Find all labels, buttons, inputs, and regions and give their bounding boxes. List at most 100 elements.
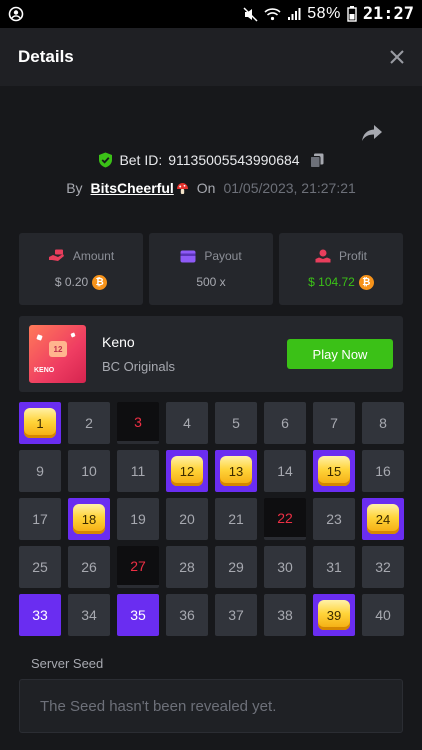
- battery-percent: 58%: [307, 5, 341, 22]
- dice-decoration: [70, 332, 76, 338]
- share-arrow-icon: [362, 125, 382, 141]
- keno-cell[interactable]: 28: [166, 546, 208, 588]
- keno-cell[interactable]: 34: [68, 594, 110, 636]
- payout-label: Payout: [204, 249, 242, 263]
- keno-cell[interactable]: 29: [215, 546, 257, 588]
- keno-cell[interactable]: 27: [117, 546, 159, 588]
- amount-stat: Amount $ 0.20 ₿: [19, 233, 143, 305]
- keno-cell[interactable]: 12: [166, 450, 208, 492]
- profit-coins-icon: [315, 249, 331, 262]
- close-button[interactable]: [390, 44, 404, 70]
- payout-stat: Payout 500 x: [149, 233, 273, 305]
- keno-cell[interactable]: 4: [166, 402, 208, 444]
- keno-number-grid: 1 2 3 4 5 6 7 8 9 10 11 12 13 14 15 16 17 18 19 20 21 22 23 24 2…: [19, 402, 404, 636]
- bet-id-label: Bet ID:: [119, 152, 163, 168]
- wifi-icon: [264, 8, 281, 21]
- amount-value-row: $ 0.20 ₿: [54, 274, 108, 290]
- account-circle-icon: [8, 6, 24, 22]
- profit-value-row: $ 104.72 ₿: [308, 274, 374, 290]
- verified-shield-icon: [99, 152, 113, 168]
- keno-cell[interactable]: 17: [19, 498, 61, 540]
- keno-cell[interactable]: 23: [313, 498, 355, 540]
- keno-cell[interactable]: 13: [215, 450, 257, 492]
- keno-cell[interactable]: 10: [68, 450, 110, 492]
- by-label: By: [66, 180, 83, 196]
- keno-cell[interactable]: 2: [68, 402, 110, 444]
- payout-value: 500 x: [196, 275, 226, 289]
- keno-cell[interactable]: 1: [19, 402, 61, 444]
- bet-owner-row: By BitsCheerful On 01/05/2023, 21:27:21: [0, 180, 422, 196]
- username-link[interactable]: BitsCheerful: [91, 180, 174, 196]
- page-title: Details: [18, 47, 74, 66]
- keno-cell[interactable]: 32: [362, 546, 404, 588]
- server-seed-text: The Seed hasn't been revealed yet.: [40, 697, 277, 715]
- mute-icon: [243, 6, 258, 22]
- hit-gem: 39: [318, 600, 350, 630]
- bitcoin-icon: ₿: [358, 274, 374, 290]
- hit-gem: 24: [367, 504, 399, 534]
- play-now-button[interactable]: Play Now: [287, 339, 393, 369]
- keno-cell[interactable]: 26: [68, 546, 110, 588]
- profit-value: $ 104.72: [308, 275, 355, 289]
- keno-cell[interactable]: 30: [264, 546, 306, 588]
- keno-cell[interactable]: 21: [215, 498, 257, 540]
- hit-gem: 1: [24, 408, 56, 438]
- keno-cell[interactable]: 38: [264, 594, 306, 636]
- keno-cell[interactable]: 7: [313, 402, 355, 444]
- keno-cell[interactable]: 20: [166, 498, 208, 540]
- keno-cell[interactable]: 15: [313, 450, 355, 492]
- details-header: Details: [0, 28, 422, 86]
- keno-thumbnail[interactable]: 12 KENO: [29, 325, 86, 383]
- game-card: 12 KENO Keno BC Originals Play Now: [19, 316, 403, 392]
- profit-label: Profit: [338, 248, 367, 263]
- keno-cell[interactable]: 8: [362, 402, 404, 444]
- keno-cell[interactable]: 6: [264, 402, 306, 444]
- keno-cell[interactable]: 39: [313, 594, 355, 636]
- bet-id-row: Bet ID: 91135005543990684: [0, 152, 422, 168]
- signal-icon: [288, 8, 301, 20]
- bet-datetime: 01/05/2023, 21:27:21: [223, 180, 356, 196]
- keno-cell[interactable]: 24: [362, 498, 404, 540]
- hit-gem: 12: [171, 456, 203, 486]
- game-provider: BC Originals: [102, 359, 175, 374]
- share-button[interactable]: [361, 122, 383, 144]
- keno-cell[interactable]: 9: [19, 450, 61, 492]
- mushroom-badge-icon: [176, 182, 188, 194]
- money-hand-icon: [48, 249, 64, 261]
- details-content: Bet ID: 91135005543990684 By BitsCheerfu…: [0, 86, 422, 750]
- payout-value-row: 500 x: [196, 275, 225, 289]
- hit-gem: 18: [73, 504, 105, 534]
- keno-cell[interactable]: 18: [68, 498, 110, 540]
- thumb-tag: KENO: [34, 367, 55, 374]
- payout-header: Payout: [180, 249, 242, 263]
- wallet-icon: [180, 250, 196, 262]
- keno-cell[interactable]: 19: [117, 498, 159, 540]
- thumb-number-tile: 12: [49, 341, 67, 357]
- keno-cell[interactable]: 33: [19, 594, 61, 636]
- status-left: [8, 6, 24, 22]
- bitcoin-icon: ₿: [92, 274, 108, 290]
- keno-cell[interactable]: 35: [117, 594, 159, 636]
- keno-cell[interactable]: 16: [362, 450, 404, 492]
- keno-cell[interactable]: 31: [313, 546, 355, 588]
- keno-cell[interactable]: 25: [19, 546, 61, 588]
- keno-cell[interactable]: 40: [362, 594, 404, 636]
- battery-icon: [347, 6, 357, 22]
- keno-cell[interactable]: 14: [264, 450, 306, 492]
- keno-cell[interactable]: 11: [117, 450, 159, 492]
- amount-value: $ 0.20: [54, 275, 89, 289]
- copy-icon[interactable]: [309, 153, 324, 168]
- keno-cell[interactable]: 36: [166, 594, 208, 636]
- keno-cell[interactable]: 5: [215, 402, 257, 444]
- bet-id-value: 91135005543990684: [168, 152, 300, 168]
- amount-header: Amount: [48, 249, 114, 263]
- keno-cell[interactable]: 37: [215, 594, 257, 636]
- close-icon: [390, 50, 404, 64]
- keno-cell[interactable]: 3: [117, 402, 159, 444]
- keno-cell[interactable]: 22: [264, 498, 306, 540]
- status-bar: 58% 21:27: [0, 0, 422, 28]
- on-label: On: [196, 180, 216, 196]
- server-seed-label: Server Seed: [31, 656, 104, 671]
- amount-label: Amount: [72, 248, 115, 263]
- game-name: Keno: [102, 334, 135, 350]
